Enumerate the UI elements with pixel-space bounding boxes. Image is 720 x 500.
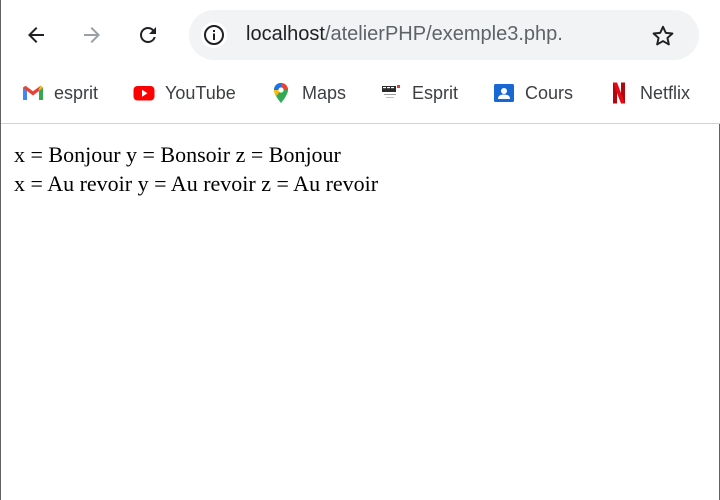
esprit-logo-icon <box>379 81 403 105</box>
bookmarks-bar: esprit YouTube Maps Esprit Cours Netflix <box>1 78 720 108</box>
bookmark-maps[interactable]: Maps <box>269 78 346 108</box>
back-button[interactable] <box>18 17 54 53</box>
maps-icon <box>269 81 293 105</box>
reload-button[interactable] <box>130 17 166 53</box>
url-host: localhost <box>246 23 325 45</box>
address-bar[interactable]: localhost/atelierPHP/exemple3.php. <box>189 10 699 60</box>
page-content: x = Bonjour y = Bonsoir z = Bonjour x = … <box>14 140 714 198</box>
bookmark-label: Esprit <box>412 82 459 103</box>
arrow-right-icon <box>84 27 100 43</box>
bookmark-esprit[interactable]: Esprit <box>379 78 458 108</box>
bookmark-label: esprit <box>54 82 99 103</box>
url-text[interactable]: localhost/atelierPHP/exemple3.php. <box>246 23 563 46</box>
bookmark-star-button[interactable] <box>649 22 677 50</box>
bookmark-netflix[interactable]: Netflix <box>607 78 690 108</box>
browser-toolbar: localhost/atelierPHP/exemple3.php. espri… <box>1 0 720 124</box>
bookmark-cours[interactable]: Cours <box>492 78 573 108</box>
url-path: /atelierPHP/exemple3.php. <box>324 23 563 45</box>
site-info-button[interactable] <box>201 22 227 48</box>
bookmark-youtube[interactable]: YouTube <box>132 78 236 108</box>
bookmark-label: Netflix <box>640 82 691 103</box>
bookmark-label: Cours <box>525 82 574 103</box>
bookmark-esprit-mail[interactable]: esprit <box>21 78 98 108</box>
reload-icon <box>140 27 156 43</box>
bookmark-label: YouTube <box>165 82 236 103</box>
netflix-icon <box>607 81 631 105</box>
classroom-icon <box>492 81 516 105</box>
forward-button[interactable] <box>74 17 110 53</box>
browser-window: localhost/atelierPHP/exemple3.php. espri… <box>0 0 720 500</box>
bookmark-label: Maps <box>302 82 347 103</box>
star-icon <box>652 25 674 46</box>
arrow-left-icon <box>28 27 44 43</box>
gmail-icon <box>21 81 45 105</box>
youtube-icon <box>132 81 156 105</box>
info-icon <box>204 25 224 45</box>
output-line: x = Au revoir y = Au revoir z = Au revoi… <box>14 171 379 196</box>
output-line: x = Bonjour y = Bonsoir z = Bonjour <box>14 142 341 167</box>
